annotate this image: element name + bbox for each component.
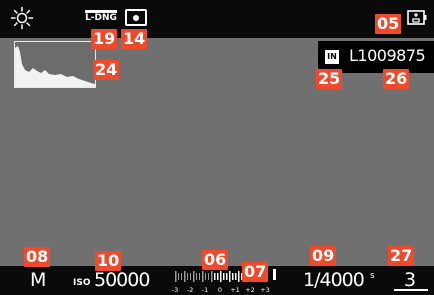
callout-24: 24 [93, 60, 120, 80]
histogram-graph [15, 46, 95, 87]
camera-screen: L-DNG IN L1009875 M ISO 50000 -3 -2 -1 0… [0, 0, 434, 295]
callout-05: 05 [375, 14, 402, 34]
shots-underline [394, 289, 428, 291]
battery-icon [407, 10, 427, 25]
callout-10: 10 [95, 251, 122, 271]
scale-label: +3 [260, 286, 270, 294]
scale-label: 0 [218, 286, 222, 294]
file-format-label: L-DNG [85, 10, 117, 25]
iso-label: ISO [73, 278, 91, 288]
image-number: L1009875 [349, 46, 426, 65]
sun-icon [10, 6, 34, 30]
callout-19: 19 [91, 29, 118, 49]
spot-metering-icon [125, 9, 147, 26]
callout-27: 27 [388, 246, 415, 266]
histogram [14, 41, 96, 88]
scale-label: +1 [230, 286, 240, 294]
callout-25: 25 [316, 69, 343, 89]
callout-26: 26 [383, 69, 410, 89]
scale-label: -1 [202, 286, 208, 294]
shutter-unit: s [370, 271, 375, 281]
internal-storage-icon: IN [325, 50, 339, 64]
callout-14: 14 [121, 29, 148, 49]
scale-label: -3 [172, 286, 178, 294]
exposure-indicator [273, 269, 276, 280]
callout-07: 07 [242, 262, 269, 282]
shutter-speed: 1/4000 [303, 269, 365, 291]
callout-09: 09 [310, 246, 337, 266]
scale-label: -2 [187, 286, 193, 294]
scale-label: +2 [245, 286, 255, 294]
callout-08: 08 [24, 247, 51, 267]
iso-value: 50000 [94, 269, 150, 291]
callout-06: 06 [202, 250, 229, 270]
exposure-mode: M [30, 269, 47, 291]
top-status-bar [0, 0, 434, 38]
